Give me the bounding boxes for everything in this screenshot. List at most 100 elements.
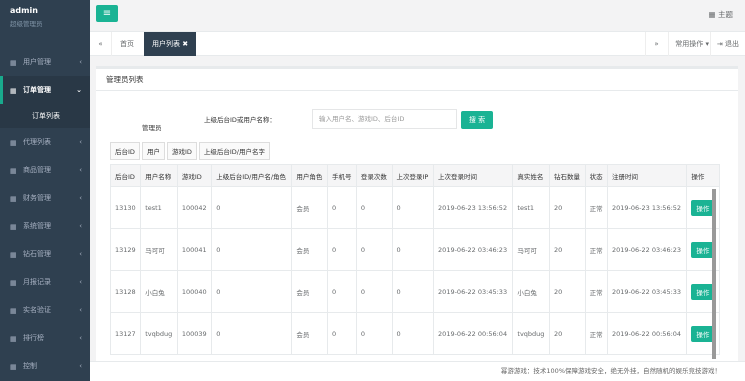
cell: 0 — [391, 186, 435, 229]
sidebar-item-orders[interactable]: ▦ 订单管理 ⌄ — [0, 76, 90, 104]
cell: 会员 — [291, 312, 328, 355]
cell: 0 — [326, 270, 357, 313]
cell: 20 — [549, 228, 586, 271]
footer: 幂游游戏：技术100%保障游戏安全，绝无外挂，自然随机的娱乐竞技游戏！ — [90, 361, 745, 381]
col-header[interactable]: 用户名称 — [140, 164, 178, 187]
grid-icon: ▦ — [10, 306, 17, 315]
cell: tvqbdug — [140, 312, 178, 355]
table-row: 13127 tvqbdug 100039 0 会员 0 0 0 2019-06-… — [109, 312, 720, 355]
cell: test1 — [140, 186, 178, 229]
radio-backend-id[interactable]: 后台ID — [110, 142, 140, 160]
tab-home[interactable]: 首页 — [112, 32, 142, 56]
sidebar-item-agents[interactable]: ▦ 代理列表 ‹ — [0, 128, 90, 156]
tab-label: 用户列表 — [152, 40, 180, 48]
chevron-down-icon: ⌄ — [76, 86, 82, 94]
cell: 0 — [391, 228, 435, 271]
col-header[interactable]: 游戏ID — [176, 164, 213, 187]
col-header: 操作 — [686, 164, 720, 187]
cell: 13127 — [109, 312, 142, 355]
cell: 0 — [355, 228, 393, 271]
sidebar-item-finance[interactable]: ▦ 财务管理 ‹ — [0, 184, 90, 212]
chevron-icon: ‹ — [79, 166, 82, 174]
chevron-icon: ‹ — [79, 194, 82, 202]
role-label: 管理员 — [142, 124, 162, 132]
sidebar-item-users[interactable]: ▦ 用户管理 ‹ — [0, 48, 90, 76]
sidebar-item-label: 控制 — [23, 362, 37, 370]
sidebar: admin 超级管理员 ▦ 用户管理 ‹ ▦ 订单管理 ⌄ 订单列表 ▦ 代理列表 ‹ ▦ 商… — [0, 0, 90, 381]
profile-role[interactable]: 超级管理员 — [10, 18, 90, 28]
common-ops-dropdown[interactable]: 常用操作 ▾ — [668, 32, 715, 56]
cell: 20 — [549, 186, 586, 229]
cell: 0 — [391, 270, 435, 313]
profile[interactable]: admin 超级管理员 — [0, 0, 90, 40]
search-input[interactable]: 输入用户名、游戏ID、后台ID — [312, 109, 457, 129]
col-header[interactable]: 上次登录IP — [391, 164, 435, 187]
cell: 0 — [211, 186, 293, 229]
cell: 2019-06-22 03:46:23 — [433, 228, 514, 271]
sidebar-item-label: 实名验证 — [23, 306, 51, 314]
cell: 20 — [549, 312, 586, 355]
superior-label: 上级后台ID或用户名称： — [204, 116, 276, 124]
search-button[interactable]: 搜 索 — [461, 111, 493, 129]
sidebar-item-label: 订单管理 — [23, 86, 51, 94]
row-action-button[interactable]: 操作 — [691, 283, 715, 300]
row-action-button[interactable]: 操作 — [691, 325, 715, 342]
cell: 100039 — [176, 312, 213, 355]
cell: 0 — [355, 270, 393, 313]
radio-superior[interactable]: 上级后台ID/用户名字 — [198, 142, 270, 160]
col-header[interactable]: 手机号 — [326, 164, 357, 187]
grid-icon: ▦ — [10, 138, 17, 147]
table-row: 13128 小白兔 100040 0 会员 0 0 0 2019-06-22 0… — [109, 270, 720, 313]
col-header[interactable]: 后台ID — [109, 164, 142, 187]
cell: 0 — [211, 228, 293, 271]
tab-scroll-left-button[interactable]: « — [90, 32, 112, 56]
radio-user[interactable]: 用户 — [141, 142, 165, 160]
sidebar-item-label: 财务管理 — [23, 194, 51, 202]
col-header[interactable]: 用户角色 — [291, 164, 328, 187]
sidebar-item-verify[interactable]: ▦ 实名验证 ‹ — [0, 296, 90, 324]
sidebar-item-diamonds[interactable]: ▦ 钻石管理 ‹ — [0, 240, 90, 268]
cell: 13130 — [109, 186, 142, 229]
cell: 正常 — [584, 186, 609, 229]
table-scrollbar[interactable] — [712, 189, 716, 359]
menu-toggle-button[interactable]: ≡ — [96, 5, 118, 22]
sidebar-item-label: 钻石管理 — [23, 250, 51, 258]
cell: 0 — [211, 312, 293, 355]
sidebar-item-label: 月报记录 — [23, 278, 51, 286]
theme-button[interactable]: ▦ 主题 — [709, 9, 733, 20]
radio-game-id[interactable]: 游戏ID — [166, 142, 197, 160]
col-header[interactable]: 钻石数量 — [549, 164, 586, 187]
grid-icon: ▦ — [10, 58, 17, 67]
tab-user-list[interactable]: 用户列表 ✖ — [144, 32, 197, 56]
exit-button[interactable]: ⇥ 退出 — [709, 32, 745, 56]
cell: 2019-06-22 00:56:04 — [433, 312, 514, 355]
sidebar-item-ranking[interactable]: ▦ 排行榜 ‹ — [0, 324, 90, 352]
row-action-button[interactable]: 操作 — [691, 241, 715, 258]
sidebar-item-monthly[interactable]: ▦ 月报记录 ‹ — [0, 268, 90, 296]
row-action-button[interactable]: 操作 — [691, 199, 715, 216]
col-header[interactable]: 真实姓名 — [512, 164, 551, 187]
col-header[interactable]: 状态 — [584, 164, 609, 187]
grid-icon: ▦ — [10, 194, 17, 203]
col-header[interactable]: 登录次数 — [355, 164, 393, 187]
cell: 0 — [326, 186, 357, 229]
sidebar-subitem-order-list[interactable]: 订单列表 — [0, 104, 90, 128]
sidebar-item-control[interactable]: ▦ 控制 ‹ — [0, 352, 90, 380]
cell: 马可可 — [512, 228, 551, 271]
col-header[interactable]: 上次登录时间 — [433, 164, 514, 187]
hamburger-icon: ≡ — [102, 8, 112, 19]
sidebar-item-system[interactable]: ▦ 系统管理 ‹ — [0, 212, 90, 240]
col-header[interactable]: 注册时间 — [606, 164, 688, 187]
cell: 20 — [549, 270, 586, 313]
grid-icon: ▦ — [10, 166, 17, 175]
cell: 0 — [391, 312, 435, 355]
close-icon[interactable]: ✖ — [182, 40, 188, 48]
cell: 0 — [326, 312, 357, 355]
grid-icon: ▦ — [10, 250, 17, 259]
chevron-icon: ‹ — [79, 58, 82, 66]
sidebar-item-goods[interactable]: ▦ 商品管理 ‹ — [0, 156, 90, 184]
tab-scroll-right-button[interactable]: » — [645, 32, 667, 56]
col-header[interactable]: 上级后台ID/用户名/角色 — [211, 164, 293, 187]
cell: 2019-06-23 13:56:52 — [606, 186, 688, 229]
sidebar-item-label: 系统管理 — [23, 222, 51, 230]
